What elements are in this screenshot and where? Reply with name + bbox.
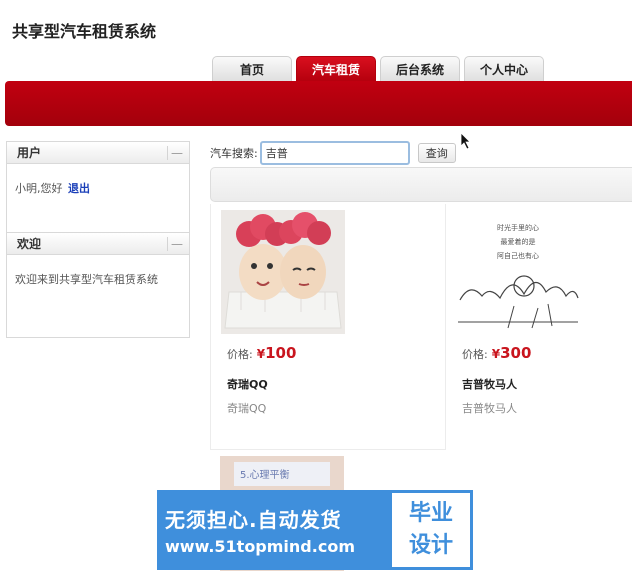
car-subtitle: 吉普牧马人: [462, 402, 517, 415]
user-panel-header: 用户 —: [7, 142, 189, 164]
tab-admin[interactable]: 后台系统: [380, 56, 460, 82]
header-banner: [5, 81, 632, 126]
partial-card-label: 5.心理平衡: [240, 469, 290, 481]
car-card[interactable]: 时光手里的心 最爱着的是 阿自己也有心 价格: ¥ 300 吉普牧马人 吉普牧马…: [446, 204, 632, 450]
watermark-url: www.51topmind.com: [165, 537, 355, 556]
price-row: 价格: ¥ 300: [462, 344, 531, 362]
car-image[interactable]: 时光手里的心 最爱着的是 阿自己也有心: [456, 210, 580, 334]
image-caption-line: 时光手里的心: [497, 223, 539, 232]
app-title: 共享型汽车租赁系统: [12, 22, 157, 41]
search-bar: 汽车搜索: 查询: [210, 141, 456, 165]
watermark-badge-top: 毕业: [408, 501, 453, 526]
currency-symbol: ¥: [256, 347, 266, 361]
logout-link[interactable]: 退出: [68, 182, 90, 195]
price-label: 价格:: [227, 348, 253, 361]
collapse-icon[interactable]: —: [167, 145, 183, 160]
watermark-banner: 无须担心.自动发货 www.51topmind.com 毕业 设计: [157, 490, 473, 570]
watermark-text-block: 无须担心.自动发货 www.51topmind.com: [157, 490, 389, 570]
price-value: 300: [500, 344, 532, 362]
car-subtitle: 奇瑞QQ: [227, 402, 267, 415]
search-label: 汽车搜索:: [210, 147, 258, 160]
price-row: 价格: ¥ 100: [227, 344, 296, 362]
welcome-panel-header: 欢迎 —: [7, 233, 189, 255]
price-label: 价格:: [462, 348, 488, 361]
car-image[interactable]: [221, 210, 345, 334]
results-toolbar: [210, 167, 632, 202]
image-caption-line: 阿自己也有心: [497, 251, 539, 260]
mouse-cursor-icon: [460, 132, 471, 150]
car-name[interactable]: 吉普牧马人: [462, 376, 517, 392]
image-caption-line: 最爱着的是: [501, 237, 536, 246]
car-name[interactable]: 奇瑞QQ: [227, 376, 268, 392]
tab-home[interactable]: 首页: [212, 56, 292, 82]
main-nav-tabs: 首页 汽车租赁 后台系统 个人中心: [212, 56, 548, 82]
search-input[interactable]: [259, 141, 410, 165]
tab-personal-center[interactable]: 个人中心: [464, 56, 544, 82]
user-greeting: 小明,您好: [15, 182, 63, 195]
collapse-icon[interactable]: —: [167, 236, 183, 251]
car-card[interactable]: 价格: ¥ 100 奇瑞QQ 奇瑞QQ: [210, 204, 446, 450]
welcome-text: 欢迎来到共享型汽车租赁系统: [15, 273, 158, 286]
search-button[interactable]: 查询: [417, 143, 456, 163]
user-panel-title: 用户: [17, 146, 42, 160]
welcome-panel-title: 欢迎: [17, 237, 42, 251]
currency-symbol: ¥: [491, 347, 501, 361]
user-panel: 用户 — 小明,您好 退出: [6, 141, 190, 233]
welcome-panel: 欢迎 — 欢迎来到共享型汽车租赁系统: [6, 232, 190, 338]
price-value: 100: [265, 344, 297, 362]
tab-car-rental[interactable]: 汽车租赁: [296, 56, 376, 82]
user-panel-body: 小明,您好 退出: [7, 164, 189, 196]
watermark-badge: 毕业 设计: [389, 490, 473, 570]
watermark-slogan: 无须担心.自动发货: [165, 508, 342, 532]
watermark-badge-bottom: 设计: [408, 533, 453, 558]
